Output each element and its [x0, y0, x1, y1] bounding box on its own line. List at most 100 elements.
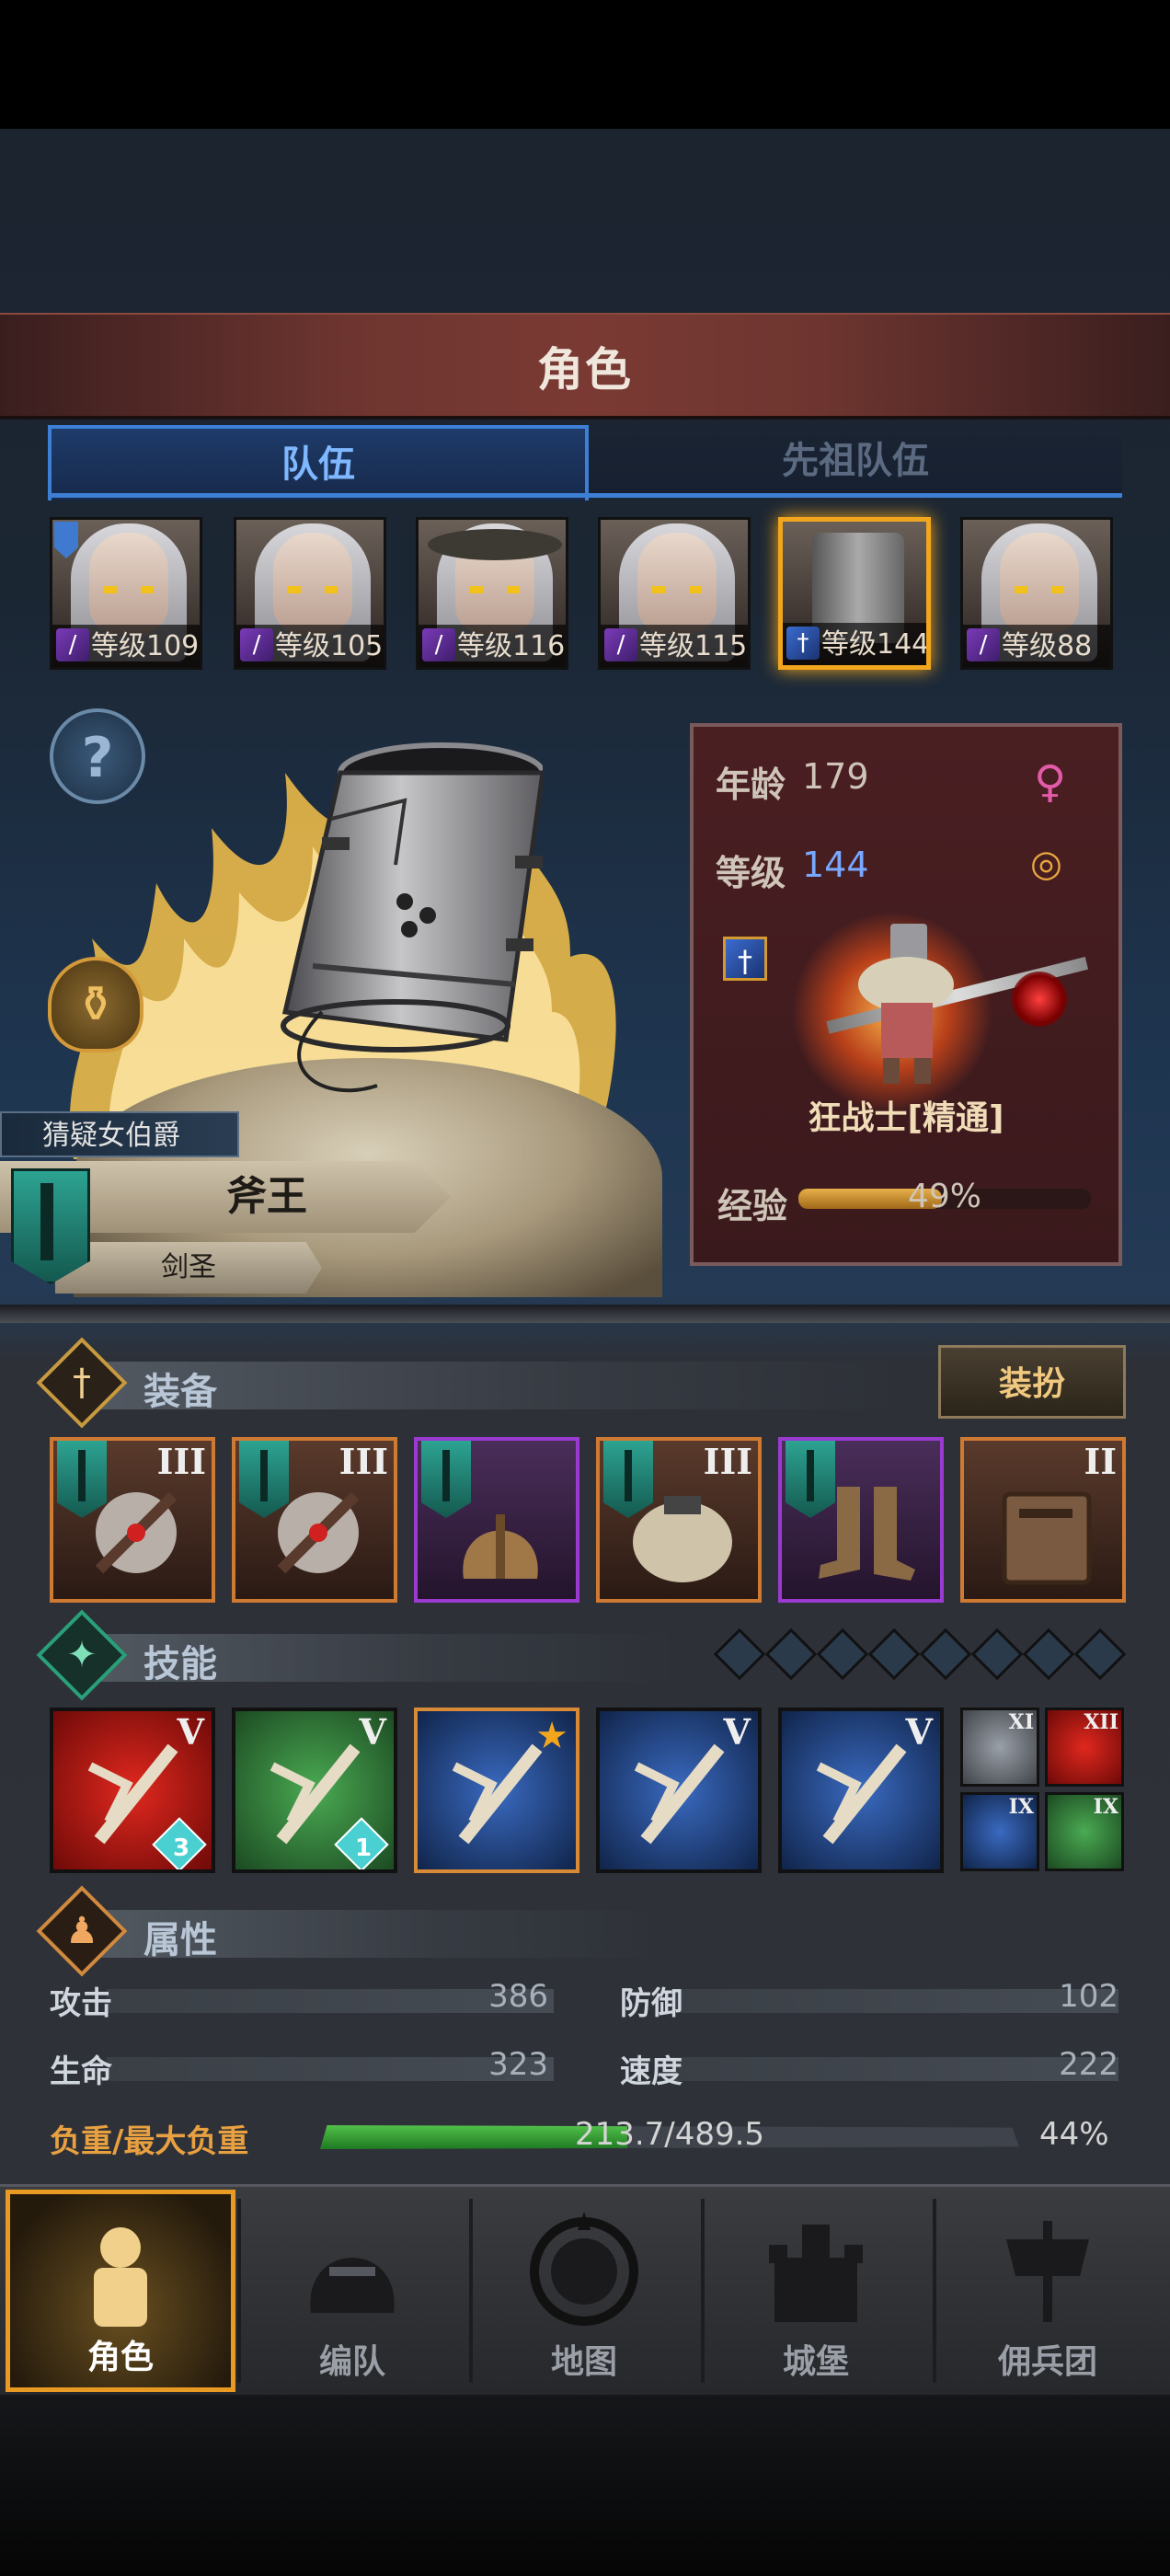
- equipment-slot[interactable]: III: [232, 1437, 397, 1603]
- berserker-figure: [858, 924, 954, 1084]
- level-label: 等级: [716, 853, 786, 893]
- class-sword-icon[interactable]: †: [723, 937, 767, 981]
- hero-level: 等级109: [91, 630, 200, 662]
- hero-card[interactable]: ∕ 等级88: [960, 517, 1113, 670]
- nav-label: 角色: [86, 2339, 154, 2376]
- weight-value: 213.7/489.5: [574, 2116, 765, 2153]
- hero-eyes: [1015, 586, 1066, 593]
- skill-tier: IX: [1093, 1795, 1118, 1819]
- nav-label: 地图: [550, 2343, 617, 2381]
- tab-team[interactable]: 队伍: [48, 425, 589, 500]
- attributes-title: 属性: [143, 1919, 217, 1961]
- class-banner-icon: [421, 1441, 471, 1518]
- hero-level: 等级88: [1002, 630, 1093, 662]
- skill-tier: V: [905, 1711, 933, 1753]
- equipment-slot[interactable]: III: [596, 1437, 762, 1603]
- staff-icon: ∕: [967, 628, 1000, 661]
- equipment-slot[interactable]: II: [960, 1437, 1126, 1603]
- hero-card[interactable]: ∕ 等级115: [598, 517, 751, 670]
- star-icon: ✦: [66, 1634, 98, 1676]
- bottom-area: [0, 2392, 1170, 2576]
- staff-icon: ∕: [604, 628, 637, 661]
- defense-label: 防御: [620, 1985, 682, 2022]
- hero-eyes: [104, 586, 155, 593]
- skill-tier: XI: [1008, 1710, 1034, 1734]
- hp-value: 323: [488, 2046, 548, 2083]
- attack-label: 攻击: [50, 1985, 112, 2022]
- hero-eyes: [470, 586, 522, 593]
- class-banner-icon: [57, 1441, 107, 1518]
- outfit-button[interactable]: 装扮: [938, 1345, 1126, 1419]
- skill-slot[interactable]: V1: [232, 1708, 397, 1873]
- hero-card[interactable]: † 等级144: [778, 517, 931, 670]
- skill-tier: V: [723, 1711, 751, 1753]
- castle-icon: [769, 2225, 863, 2322]
- equipment-slot[interactable]: [414, 1437, 579, 1603]
- hero-level: 等级116: [457, 630, 566, 662]
- skill-tier: V: [359, 1711, 386, 1753]
- equipment-slot[interactable]: III: [50, 1437, 215, 1603]
- nav-knight[interactable]: 角色: [6, 2190, 235, 2392]
- defense-value: 102: [1059, 1978, 1118, 2015]
- age-value: 179: [802, 756, 869, 797]
- equipment-tier: III: [703, 1441, 752, 1482]
- hero-level: 等级144: [821, 628, 930, 661]
- potion-button[interactable]: ⚱: [48, 957, 143, 1052]
- helmet-icon: [310, 2258, 395, 2313]
- section-divider: [0, 1305, 1170, 1323]
- hero-face: [89, 533, 168, 634]
- hero-card[interactable]: ∕ 等级109: [50, 517, 202, 670]
- staff-icon: ∕: [240, 628, 273, 661]
- knight-icon: [94, 2227, 147, 2327]
- character-name[interactable]: 斧王: [120, 1161, 414, 1233]
- tab-ancestor-team[interactable]: 先祖队伍: [589, 425, 1122, 497]
- equipment-title: 装备: [143, 1371, 217, 1413]
- hero-face: [273, 533, 352, 634]
- hero-card[interactable]: ∕ 等级116: [416, 517, 568, 670]
- skills-title: 技能: [143, 1643, 217, 1685]
- hero-card[interactable]: ∕ 等级105: [234, 517, 386, 670]
- nav-label: 佣兵团: [997, 2343, 1097, 2381]
- ring-icon[interactable]: ◎: [1030, 843, 1062, 885]
- skill-slot[interactable]: V: [778, 1708, 944, 1873]
- tab-underline: [48, 493, 1122, 498]
- star-icon: ★: [535, 1715, 568, 1757]
- attack-value: 386: [488, 1978, 548, 2015]
- passive-skill-slot[interactable]: IX: [1045, 1792, 1124, 1871]
- hat-icon: [428, 529, 562, 560]
- compass-icon: [530, 2212, 638, 2326]
- hero-level: 等级115: [639, 630, 748, 662]
- class-banner-icon: [603, 1441, 653, 1518]
- nav-label: 编队: [318, 2343, 385, 2381]
- hero-eyes: [288, 586, 339, 593]
- class-banner-icon: [239, 1441, 289, 1518]
- passive-skill-slot[interactable]: XI: [960, 1708, 1039, 1787]
- passive-skill-slot[interactable]: XII: [1045, 1708, 1124, 1787]
- skill-slot[interactable]: ★: [414, 1708, 579, 1873]
- flag-icon: [54, 522, 78, 558]
- exp-label: 经验: [717, 1186, 788, 1226]
- page-title: 角色: [537, 343, 633, 397]
- staff-icon: ∕: [422, 628, 455, 661]
- age-label: 年龄: [716, 765, 786, 805]
- person-icon: ♟: [65, 1910, 98, 1952]
- speed-value: 222: [1059, 2046, 1118, 2083]
- gem-count: 3: [172, 1834, 190, 1862]
- sword-icon: †: [786, 627, 820, 660]
- skill-tier: V: [177, 1711, 204, 1753]
- skill-tier: IX: [1008, 1795, 1034, 1819]
- equipment-tier: III: [338, 1441, 388, 1482]
- nav-compass[interactable]: 地图: [469, 2190, 699, 2392]
- hero-eyes: [652, 586, 704, 593]
- passive-skill-slot[interactable]: IX: [960, 1792, 1039, 1871]
- skill-slot[interactable]: V3: [50, 1708, 215, 1873]
- gem-count: 1: [354, 1834, 373, 1862]
- dagger-icon: †: [73, 1362, 91, 1404]
- skill-slot[interactable]: V: [596, 1708, 762, 1873]
- sword-icon: [40, 1183, 53, 1260]
- nav-castle[interactable]: 城堡: [701, 2190, 931, 2392]
- equipment-slot[interactable]: [778, 1437, 944, 1603]
- nav-helmet[interactable]: 编队: [237, 2190, 467, 2392]
- hero-level: 等级105: [275, 630, 384, 662]
- nav-banner[interactable]: 佣兵团: [933, 2190, 1163, 2392]
